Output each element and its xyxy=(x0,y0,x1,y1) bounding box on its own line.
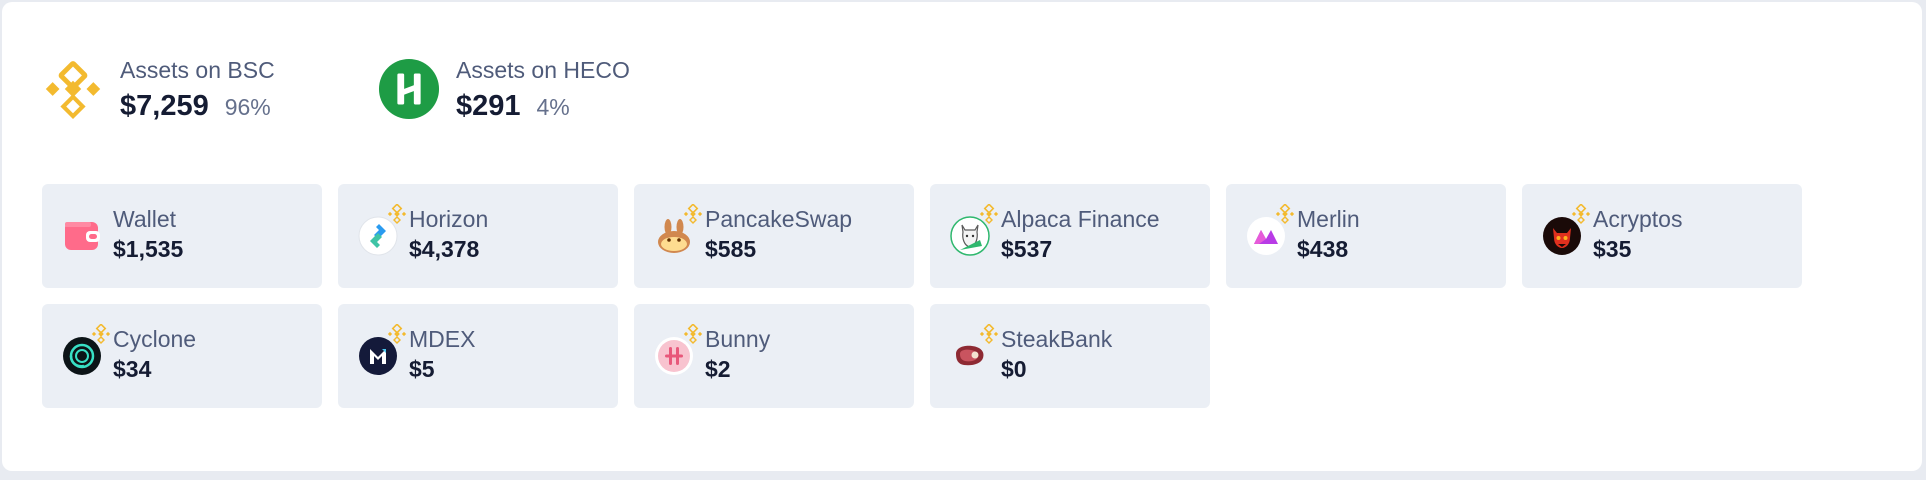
protocol-name: PancakeSwap xyxy=(705,206,853,232)
chain-summary-heco: Assets on HECO $291 4% xyxy=(378,54,630,124)
protocol-value: $5 xyxy=(409,356,435,382)
bsc-badge-icon xyxy=(1275,204,1295,224)
protocol-value: $2 xyxy=(705,356,731,382)
protocol-card-bunny[interactable]: Bunny $2 xyxy=(634,304,914,408)
protocol-card-wallet[interactable]: Wallet $1,535 xyxy=(42,184,322,288)
protocol-name: Alpaca Finance xyxy=(1001,206,1160,232)
assets-panel: Assets on BSC $7,259 96% Assets on HECO … xyxy=(2,2,1922,471)
protocol-name: Horizon xyxy=(409,206,489,232)
chain-label: Assets on BSC xyxy=(120,56,275,83)
wallet-icon xyxy=(65,222,100,250)
chain-amount: $7,259 xyxy=(120,89,209,122)
bsc-badge-icon xyxy=(979,324,999,344)
chain-amount: $291 xyxy=(456,89,521,122)
chain-label: Assets on HECO xyxy=(456,56,630,83)
protocol-value: $585 xyxy=(705,236,757,262)
protocol-name: Merlin xyxy=(1297,206,1360,232)
protocol-name: MDEX xyxy=(409,326,476,352)
chain-percent: 96% xyxy=(224,93,271,120)
protocol-card-alpaca-finance[interactable]: Alpaca Finance $537 xyxy=(930,184,1210,288)
bsc-logo-icon xyxy=(45,61,101,120)
protocol-value: $1,535 xyxy=(113,236,184,262)
bsc-badge-icon xyxy=(683,204,703,224)
protocol-value: $0 xyxy=(1001,356,1027,382)
bsc-badge-icon xyxy=(387,324,407,344)
protocol-name: Acryptos xyxy=(1593,206,1683,232)
protocol-value: $4,378 xyxy=(409,236,480,262)
protocol-value: $438 xyxy=(1297,236,1349,262)
heco-logo-icon xyxy=(378,58,440,120)
protocol-card-cyclone[interactable]: Cyclone $34 xyxy=(42,304,322,408)
bsc-badge-icon xyxy=(387,204,407,224)
protocol-card-steakbank[interactable]: SteakBank $0 xyxy=(930,304,1210,408)
protocol-name: SteakBank xyxy=(1001,326,1113,352)
protocol-card-pancakeswap[interactable]: PancakeSwap $585 xyxy=(634,184,914,288)
protocol-name: Wallet xyxy=(113,206,177,232)
protocol-value: $35 xyxy=(1593,236,1632,262)
bsc-badge-icon xyxy=(979,204,999,224)
protocol-card-mdex[interactable]: MDEX $5 xyxy=(338,304,618,408)
protocol-card-acryptos[interactable]: Acryptos $35 xyxy=(1522,184,1802,288)
chain-percent: 4% xyxy=(536,93,570,120)
protocol-value: $34 xyxy=(113,356,152,382)
protocol-card-merlin[interactable]: Merlin $438 xyxy=(1226,184,1506,288)
bsc-badge-icon xyxy=(91,324,111,344)
bsc-badge-icon xyxy=(1571,204,1591,224)
protocol-value: $537 xyxy=(1001,236,1053,262)
protocol-name: Cyclone xyxy=(113,326,197,352)
protocol-name: Bunny xyxy=(705,326,771,352)
bsc-badge-icon xyxy=(683,324,703,344)
protocol-card-horizon[interactable]: Horizon $4,378 xyxy=(338,184,618,288)
chain-summary-bsc: Assets on BSC $7,259 96% xyxy=(42,54,275,124)
